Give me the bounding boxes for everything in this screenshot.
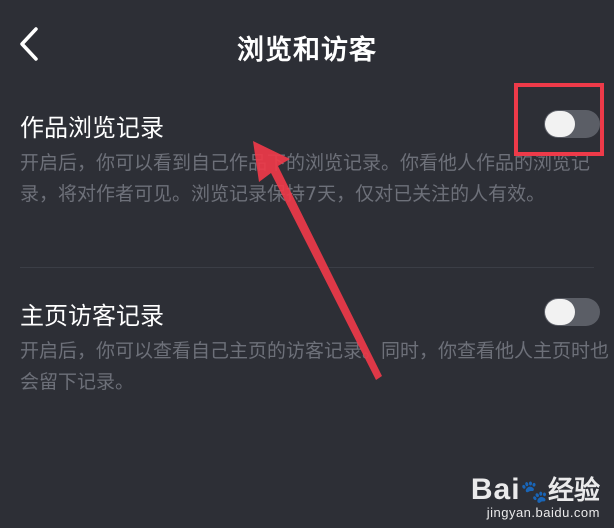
- paw-icon: 🐾: [520, 480, 548, 505]
- setting-profile-visitor-history: 主页访客记录 开启后，你可以查看自己主页的访客记录。同时，你查看他人主页时也会留…: [0, 280, 614, 410]
- setting-description: 开启后，你可以查看自己主页的访客记录。同时，你查看他人主页时也会留下记录。: [20, 340, 610, 393]
- highlight-box: [514, 83, 604, 156]
- page-title: 浏览和访客: [237, 35, 377, 66]
- toggle-knob: [545, 299, 575, 325]
- watermark-logo: Bai🐾经验: [470, 473, 600, 506]
- watermark-url: jingyan.baidu.com: [486, 505, 600, 520]
- setting-description: 开启后，你可以看到自己作品下的浏览记录。你看他人作品的浏览记录，将对作者可见。浏…: [20, 152, 591, 205]
- profile-visitor-history-toggle[interactable]: [544, 298, 600, 326]
- setting-title: 作品浏览记录: [20, 114, 164, 142]
- divider: [20, 267, 594, 268]
- baidu-jingyan-watermark: Bai🐾经验 jingyan.baidu.com: [471, 470, 600, 520]
- top-bar: 浏览和访客: [0, 0, 614, 92]
- setting-title: 主页访客记录: [20, 302, 164, 330]
